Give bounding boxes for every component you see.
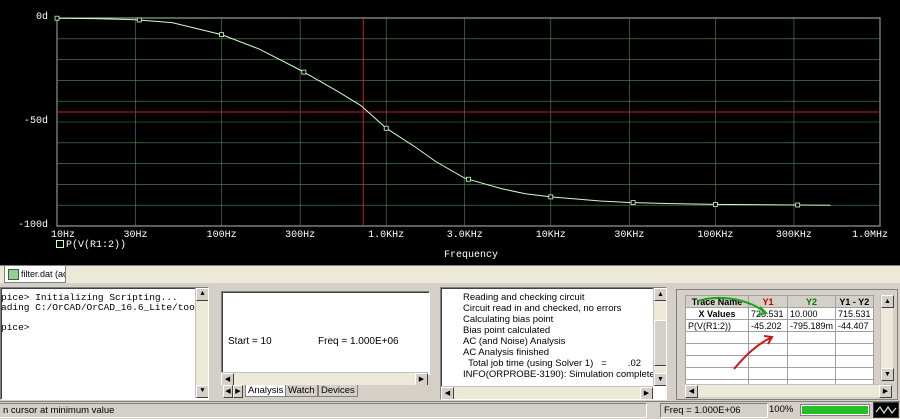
oscilloscope-icon[interactable]: [873, 402, 899, 418]
x-tick-label: 100KHz: [697, 230, 734, 241]
y-tick-label: -100d: [17, 220, 48, 231]
output-message: Bias point calculated: [463, 325, 551, 336]
bode-plot[interactable]: [0, 0, 900, 265]
x-tick-label: 1.0MHz: [851, 230, 889, 241]
command-line: pice>: [1, 322, 30, 333]
status-message: n cursor at minimum value: [0, 403, 647, 418]
sim-start-value: Start = 10: [228, 336, 272, 347]
trace-marker: [219, 32, 225, 38]
scroll-left-arrow-icon[interactable]: ◀: [441, 387, 454, 399]
simulation-status-window: Start = 10 Freq = 1.000E+06: [221, 291, 430, 375]
x-axis-title: Frequency: [444, 250, 499, 261]
status-frequency: Freq = 1.000E+06: [660, 403, 768, 418]
document-tab-label: filter.dat (act...: [21, 269, 65, 279]
output-message: Reading and checking circuit: [463, 292, 585, 303]
scroll-down-arrow-icon[interactable]: ▼: [196, 385, 208, 398]
x-tick-label: 30KHz: [614, 230, 645, 241]
trace-marker-icon: [56, 240, 64, 249]
output-message: AC (and Noise) Analysis: [463, 336, 566, 347]
command-line: ading C:/OrCAD/OrCAD_16.6_Lite/tools/psp: [1, 302, 209, 313]
simulation-tab-strip: ◀ ▶ Analysis Watch Devices: [221, 385, 428, 398]
progress-fill: [802, 406, 868, 414]
x-tick-label: 3.0KHz: [446, 230, 483, 241]
probe-plot-window[interactable]: 0d -50d -100d 10Hz 30Hz 100Hz 300Hz 1.0KHz 3.0K…: [0, 0, 900, 265]
document-tab-filter-dat[interactable]: filter.dat (act...: [4, 266, 66, 283]
y-tick-label: 0d: [35, 12, 48, 23]
trace-marker: [136, 17, 142, 23]
status-zoom: 100%: [769, 404, 794, 415]
tab-watch[interactable]: Watch: [285, 385, 318, 397]
green-annotation-arrow: [697, 296, 767, 314]
document-tab-strip: [0, 265, 900, 284]
y-tick-label: -50d: [23, 116, 48, 127]
output-message: Total job time (using Solver 1) = .02: [463, 358, 642, 369]
x-tick-label: 1.0KHz: [368, 230, 405, 241]
x-tick-label: 10KHz: [535, 230, 566, 241]
waveform-document-icon: [8, 269, 19, 280]
tab-scroll-right-icon[interactable]: ▶: [233, 385, 243, 398]
x-tick-label: 300Hz: [285, 230, 316, 241]
scroll-up-arrow-icon[interactable]: ▲: [654, 288, 666, 301]
x-tick-label: 300KHz: [775, 230, 812, 241]
command-vertical-scrollbar[interactable]: ▲ ▼: [195, 288, 208, 398]
trace-marker: [466, 176, 471, 182]
trace-legend[interactable]: P(V(R1:2)): [56, 240, 126, 251]
tab-analysis[interactable]: Analysis: [245, 385, 287, 397]
sim-freq-value: Freq = 1.000E+06: [318, 336, 399, 347]
command-window[interactable]: pice> Initializing Scripting... ading C:…: [0, 287, 209, 400]
tab-devices[interactable]: Devices: [318, 385, 358, 397]
trace-marker: [548, 194, 554, 200]
annotation-arrows: [697, 296, 774, 370]
output-message: Circuit read in and checked, no errors: [463, 303, 622, 314]
output-vertical-scrollbar[interactable]: ▲ ▼: [653, 288, 666, 386]
scroll-right-arrow-icon[interactable]: ▶: [640, 387, 653, 399]
sim-horizontal-scrollbar[interactable]: ◀ ▶: [221, 372, 428, 386]
simulation-progress-bar: [800, 404, 870, 416]
trace-marker: [54, 15, 60, 21]
red-annotation-arrow: [733, 336, 773, 370]
x-tick-label: 100Hz: [206, 230, 237, 241]
scroll-down-arrow-icon[interactable]: ▼: [654, 373, 666, 386]
trace-marker: [795, 202, 801, 208]
trace-marker: [301, 69, 307, 75]
output-message: INFO(ORPROBE-3190): Simulation complete: [463, 369, 655, 380]
output-horizontal-scrollbar[interactable]: ◀ ▶: [441, 386, 653, 399]
output-message: AC Analysis finished: [463, 347, 550, 358]
output-window[interactable]: Reading and checking circuit Circuit rea…: [440, 287, 667, 400]
trace-marker: [383, 125, 389, 131]
oscilloscope-wave: [875, 405, 897, 415]
scroll-thumb[interactable]: [654, 320, 666, 366]
trace-marker: [713, 201, 718, 207]
scroll-up-arrow-icon[interactable]: ▲: [196, 288, 208, 301]
x-tick-label: 30Hz: [123, 230, 148, 241]
trace-legend-label: P(V(R1:2)): [66, 240, 127, 251]
tab-scroll-left-icon[interactable]: ◀: [223, 385, 233, 398]
trace-marker: [630, 200, 636, 206]
output-message: Calculating bias point: [463, 314, 554, 325]
